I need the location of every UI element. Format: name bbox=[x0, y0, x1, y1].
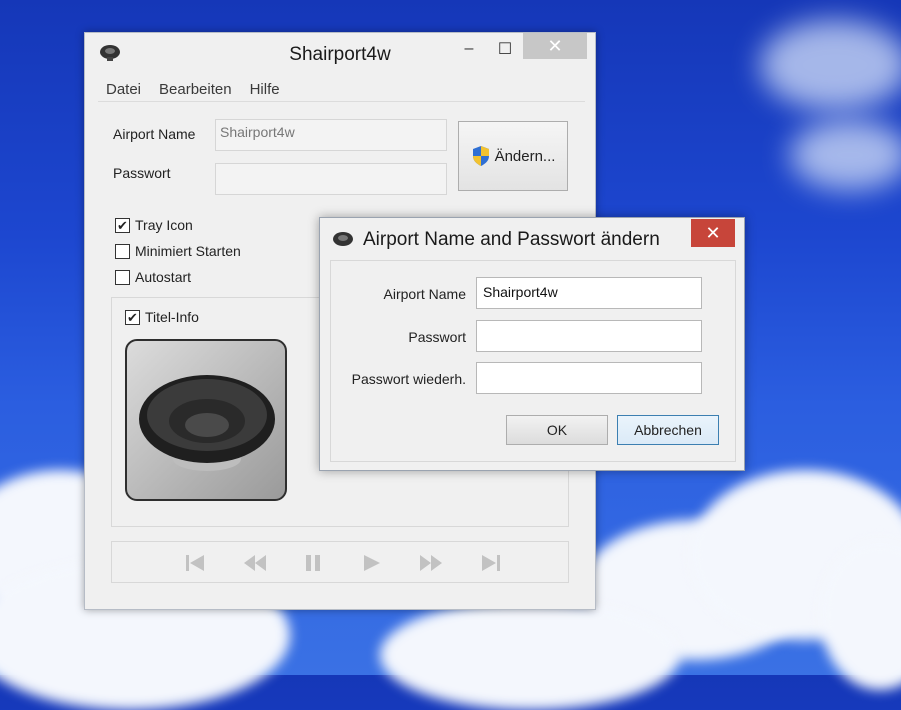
dialog-password-repeat-input[interactable] bbox=[476, 362, 702, 394]
airport-name-label: Airport Name bbox=[113, 126, 196, 142]
airport-name-field[interactable]: Shairport4w bbox=[215, 119, 447, 151]
fast-forward-icon[interactable] bbox=[418, 552, 444, 574]
password-field[interactable] bbox=[215, 163, 447, 195]
title-info-checkbox[interactable]: ✔ Titel-Info bbox=[125, 309, 199, 325]
maximize-button[interactable]: ☐ bbox=[487, 35, 523, 63]
ok-button[interactable]: OK bbox=[506, 415, 608, 445]
minimize-button[interactable]: – bbox=[451, 35, 487, 63]
playback-controls bbox=[111, 541, 569, 583]
close-button[interactable]: ✕ bbox=[523, 33, 587, 59]
checkbox-empty bbox=[115, 243, 130, 259]
pause-icon[interactable] bbox=[300, 552, 326, 574]
title-info-label: Titel-Info bbox=[145, 309, 199, 325]
app-speaker-icon bbox=[333, 232, 353, 246]
tray-icon-label: Tray Icon bbox=[135, 217, 193, 233]
rewind-icon[interactable] bbox=[242, 552, 268, 574]
start-minimized-checkbox[interactable]: Minimiert Starten bbox=[115, 243, 241, 259]
autostart-label: Autostart bbox=[135, 269, 192, 285]
checkmark-icon: ✔ bbox=[125, 309, 140, 325]
checkmark-icon: ✔ bbox=[115, 217, 130, 233]
change-name-password-dialog: Airport Name and Passwort ändern ✕ Airpo… bbox=[319, 217, 745, 471]
skip-back-icon[interactable] bbox=[182, 552, 208, 574]
autostart-checkbox[interactable]: Autostart bbox=[115, 269, 191, 285]
skip-forward-icon[interactable] bbox=[478, 552, 504, 574]
menu-bar: Datei Bearbeiten Hilfe bbox=[98, 77, 585, 102]
checkbox-empty bbox=[115, 269, 130, 285]
dialog-airport-name-input[interactable]: Shairport4w bbox=[476, 277, 702, 309]
change-button[interactable]: Ändern... bbox=[458, 121, 568, 191]
dialog-password-label: Passwort bbox=[408, 329, 466, 345]
password-label: Passwort bbox=[113, 165, 171, 181]
menu-hilfe[interactable]: Hilfe bbox=[250, 81, 280, 98]
play-icon[interactable] bbox=[358, 552, 384, 574]
tray-icon-checkbox[interactable]: ✔ Tray Icon bbox=[115, 217, 193, 233]
menu-bearbeiten[interactable]: Bearbeiten bbox=[159, 81, 232, 98]
dialog-password-input[interactable] bbox=[476, 320, 702, 352]
dialog-body: Airport Name Shairport4w Passwort Passwo… bbox=[330, 260, 736, 462]
cancel-button[interactable]: Abbrechen bbox=[617, 415, 719, 445]
main-titlebar[interactable]: Shairport4w – ☐ ✕ bbox=[85, 33, 595, 73]
dialog-password-repeat-label: Passwort wiederh. bbox=[351, 371, 466, 387]
menu-datei[interactable]: Datei bbox=[106, 81, 141, 98]
speaker-icon bbox=[139, 375, 275, 471]
shield-icon bbox=[472, 146, 489, 166]
dialog-airport-name-label: Airport Name bbox=[383, 286, 466, 302]
dialog-title: Airport Name and Passwort ändern bbox=[363, 229, 660, 250]
change-button-label: Ändern... bbox=[494, 147, 556, 165]
start-minimized-label: Minimiert Starten bbox=[135, 243, 241, 259]
speaker-artwork bbox=[125, 339, 287, 501]
dialog-close-button[interactable]: ✕ bbox=[691, 219, 735, 247]
